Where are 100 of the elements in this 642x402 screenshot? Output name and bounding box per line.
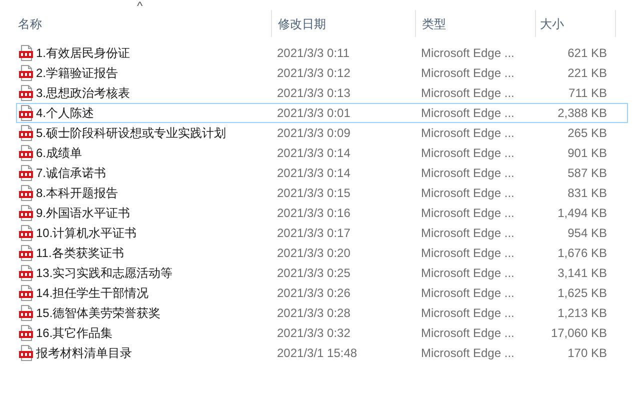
date-cell-text: 2021/3/3 0:12 xyxy=(276,65,352,82)
type-cell-text: Microsoft Edge ... xyxy=(420,305,516,322)
date-cell-text: 2021/3/3 0:32 xyxy=(276,325,352,342)
file-row[interactable]: 1.有效居民身份证 2021/3/3 0:11 Microsoft Edge ... 621 KB xyxy=(16,43,628,63)
file-name: 1.有效居民身份证 xyxy=(36,45,130,62)
file-name: 15.德智体美劳荣誉获奖 xyxy=(36,305,161,322)
size-cell-text: 587 KB xyxy=(566,165,607,182)
type-cell-text: Microsoft Edge ... xyxy=(420,85,516,102)
type-cell-text: Microsoft Edge ... xyxy=(420,105,516,122)
date-cell-text: 2021/3/3 0:14 xyxy=(276,145,352,162)
size-cell-text: 170 KB xyxy=(566,345,607,362)
file-name: 6.成绩单 xyxy=(36,145,82,162)
pdf-file-icon xyxy=(19,165,33,181)
size-cell-text: 954 KB xyxy=(566,225,607,242)
size-cell-text: 711 KB xyxy=(568,85,607,102)
pdf-file-icon xyxy=(19,85,33,101)
pdf-file-icon xyxy=(19,325,33,341)
file-name: 11.各类获奖证书 xyxy=(36,245,124,262)
type-cell-text: Microsoft Edge ... xyxy=(420,45,516,62)
file-row[interactable]: 4.个人陈述 2021/3/3 0:01 Microsoft Edge ... 2,388 KB xyxy=(16,103,628,123)
file-name: 5.硕士阶段科研设想或专业实践计划 xyxy=(36,125,226,142)
size-cell-text: 1,213 KB xyxy=(556,305,607,322)
date-cell-text: 2021/3/3 0:26 xyxy=(276,285,352,302)
column-header[interactable]: 名称 xyxy=(0,10,272,37)
size-cell-text: 221 KB xyxy=(566,65,607,82)
file-row[interactable]: 16.其它作品集 2021/3/3 0:32 Microsoft Edge ... 17,060 KB xyxy=(16,323,628,343)
file-row[interactable]: 报考材料清单目录 2021/3/1 15:48 Microsoft Edge ... 170 KB xyxy=(16,343,628,363)
file-row[interactable]: 2.学籍验证报告 2021/3/3 0:12 Microsoft Edge ... 221 KB xyxy=(16,63,628,83)
size-cell-text: 3,141 KB xyxy=(556,265,607,282)
file-row[interactable]: 9.外国语水平证书 2021/3/3 0:16 Microsoft Edge ... 1,494 KB xyxy=(16,203,628,223)
size-cell-text: 621 KB xyxy=(566,45,607,62)
file-name: 2.学籍验证报告 xyxy=(36,65,118,82)
file-name: 9.外国语水平证书 xyxy=(36,205,130,222)
date-cell-text: 2021/3/3 0:01 xyxy=(276,105,352,122)
file-name: 14.担任学生干部情况 xyxy=(36,285,149,302)
file-row[interactable]: 15.德智体美劳荣誉获奖 2021/3/3 0:28 Microsoft Edge ... 1,213 KB xyxy=(16,303,628,323)
type-cell-text: Microsoft Edge ... xyxy=(420,125,516,142)
pdf-file-icon xyxy=(19,265,33,281)
file-row[interactable]: 3.思想政治考核表 2021/3/3 0:13 Microsoft Edge ... 711 KB xyxy=(16,83,628,103)
pdf-file-icon xyxy=(19,185,33,201)
date-cell-text: 2021/3/3 0:11 xyxy=(276,45,351,62)
file-row[interactable]: 7.诚信承诺书 2021/3/3 0:14 Microsoft Edge ... 587 KB xyxy=(16,163,628,183)
file-row[interactable]: 11.各类获奖证书 2021/3/3 0:20 Microsoft Edge ... 1,676 KB xyxy=(16,243,628,263)
pdf-file-icon xyxy=(19,145,33,161)
file-row[interactable]: 13.实习实践和志愿活动等 2021/3/3 0:25 Microsoft Edge ... 3,141 KB xyxy=(16,263,628,283)
file-row[interactable]: 10.计算机水平证书 2021/3/3 0:17 Microsoft Edge ... 954 KB xyxy=(16,223,628,243)
file-name: 报考材料清单目录 xyxy=(36,345,132,362)
type-cell-text: Microsoft Edge ... xyxy=(420,285,516,302)
pdf-file-icon xyxy=(19,285,33,301)
column-header[interactable]: 修改日期 xyxy=(272,10,416,37)
pdf-file-icon xyxy=(19,205,33,221)
type-cell-text: Microsoft Edge ... xyxy=(420,185,516,202)
pdf-file-icon xyxy=(19,65,33,81)
pdf-file-icon xyxy=(19,45,33,61)
pdf-file-icon xyxy=(19,225,33,241)
pdf-file-icon xyxy=(19,125,33,141)
date-cell-text: 2021/3/3 0:25 xyxy=(276,265,352,282)
size-cell-text: 1,676 KB xyxy=(556,245,607,262)
size-cell-text: 1,625 KB xyxy=(556,285,607,302)
date-cell-text: 2021/3/3 0:14 xyxy=(276,165,352,182)
size-cell-text: 901 KB xyxy=(566,145,607,162)
file-name: 4.个人陈述 xyxy=(36,105,94,122)
date-cell-text: 2021/3/3 0:15 xyxy=(276,185,352,202)
date-cell-text: 2021/3/3 0:28 xyxy=(276,305,352,322)
file-name: 8.本科开题报告 xyxy=(36,185,118,202)
type-cell-text: Microsoft Edge ... xyxy=(420,325,516,342)
size-cell-text: 17,060 KB xyxy=(550,325,607,342)
type-cell-text: Microsoft Edge ... xyxy=(420,145,516,162)
size-cell-text: 2,388 KB xyxy=(556,105,607,122)
file-name: 7.诚信承诺书 xyxy=(36,165,106,182)
type-cell-text: Microsoft Edge ... xyxy=(420,345,516,362)
column-header[interactable]: 类型 xyxy=(416,10,536,37)
type-cell-text: Microsoft Edge ... xyxy=(420,65,516,82)
type-cell-text: Microsoft Edge ... xyxy=(420,225,516,242)
file-row[interactable]: 8.本科开题报告 2021/3/3 0:15 Microsoft Edge ... 831 KB xyxy=(16,183,628,203)
date-cell-text: 2021/3/3 0:13 xyxy=(276,85,352,102)
pdf-file-icon xyxy=(19,305,33,321)
file-name: 3.思想政治考核表 xyxy=(36,85,130,102)
file-row[interactable]: 6.成绩单 2021/3/3 0:14 Microsoft Edge ... 901 KB xyxy=(16,143,628,163)
pdf-file-icon xyxy=(19,345,33,361)
type-cell-text: Microsoft Edge ... xyxy=(420,265,516,282)
size-cell-text: 1,494 KB xyxy=(556,205,607,222)
file-name: 13.实习实践和志愿活动等 xyxy=(36,265,173,282)
size-cell-text: 831 KB xyxy=(566,185,607,202)
date-cell-text: 2021/3/3 0:17 xyxy=(276,225,352,242)
pdf-file-icon xyxy=(19,105,33,121)
size-cell-text: 265 KB xyxy=(566,125,607,142)
file-row[interactable]: 14.担任学生干部情况 2021/3/3 0:26 Microsoft Edge ... 1,625 KB xyxy=(16,283,628,303)
file-row[interactable]: 5.硕士阶段科研设想或专业实践计划 2021/3/3 0:09 Microsoft Edge ... 265 KB xyxy=(16,123,628,143)
pdf-file-icon xyxy=(19,245,33,261)
type-cell-text: Microsoft Edge ... xyxy=(420,245,516,262)
date-cell-text: 2021/3/3 0:16 xyxy=(276,205,352,222)
date-cell-text: 2021/3/3 0:20 xyxy=(276,245,352,262)
file-name: 16.其它作品集 xyxy=(36,325,113,342)
file-name: 10.计算机水平证书 xyxy=(36,225,137,242)
sort-arrow: ^ xyxy=(137,0,143,12)
date-cell-text: 2021/3/3 0:09 xyxy=(276,125,352,142)
date-cell-text: 2021/3/1 15:48 xyxy=(276,345,358,362)
column-header[interactable]: 大小 xyxy=(536,10,616,37)
type-cell-text: Microsoft Edge ... xyxy=(420,205,516,222)
